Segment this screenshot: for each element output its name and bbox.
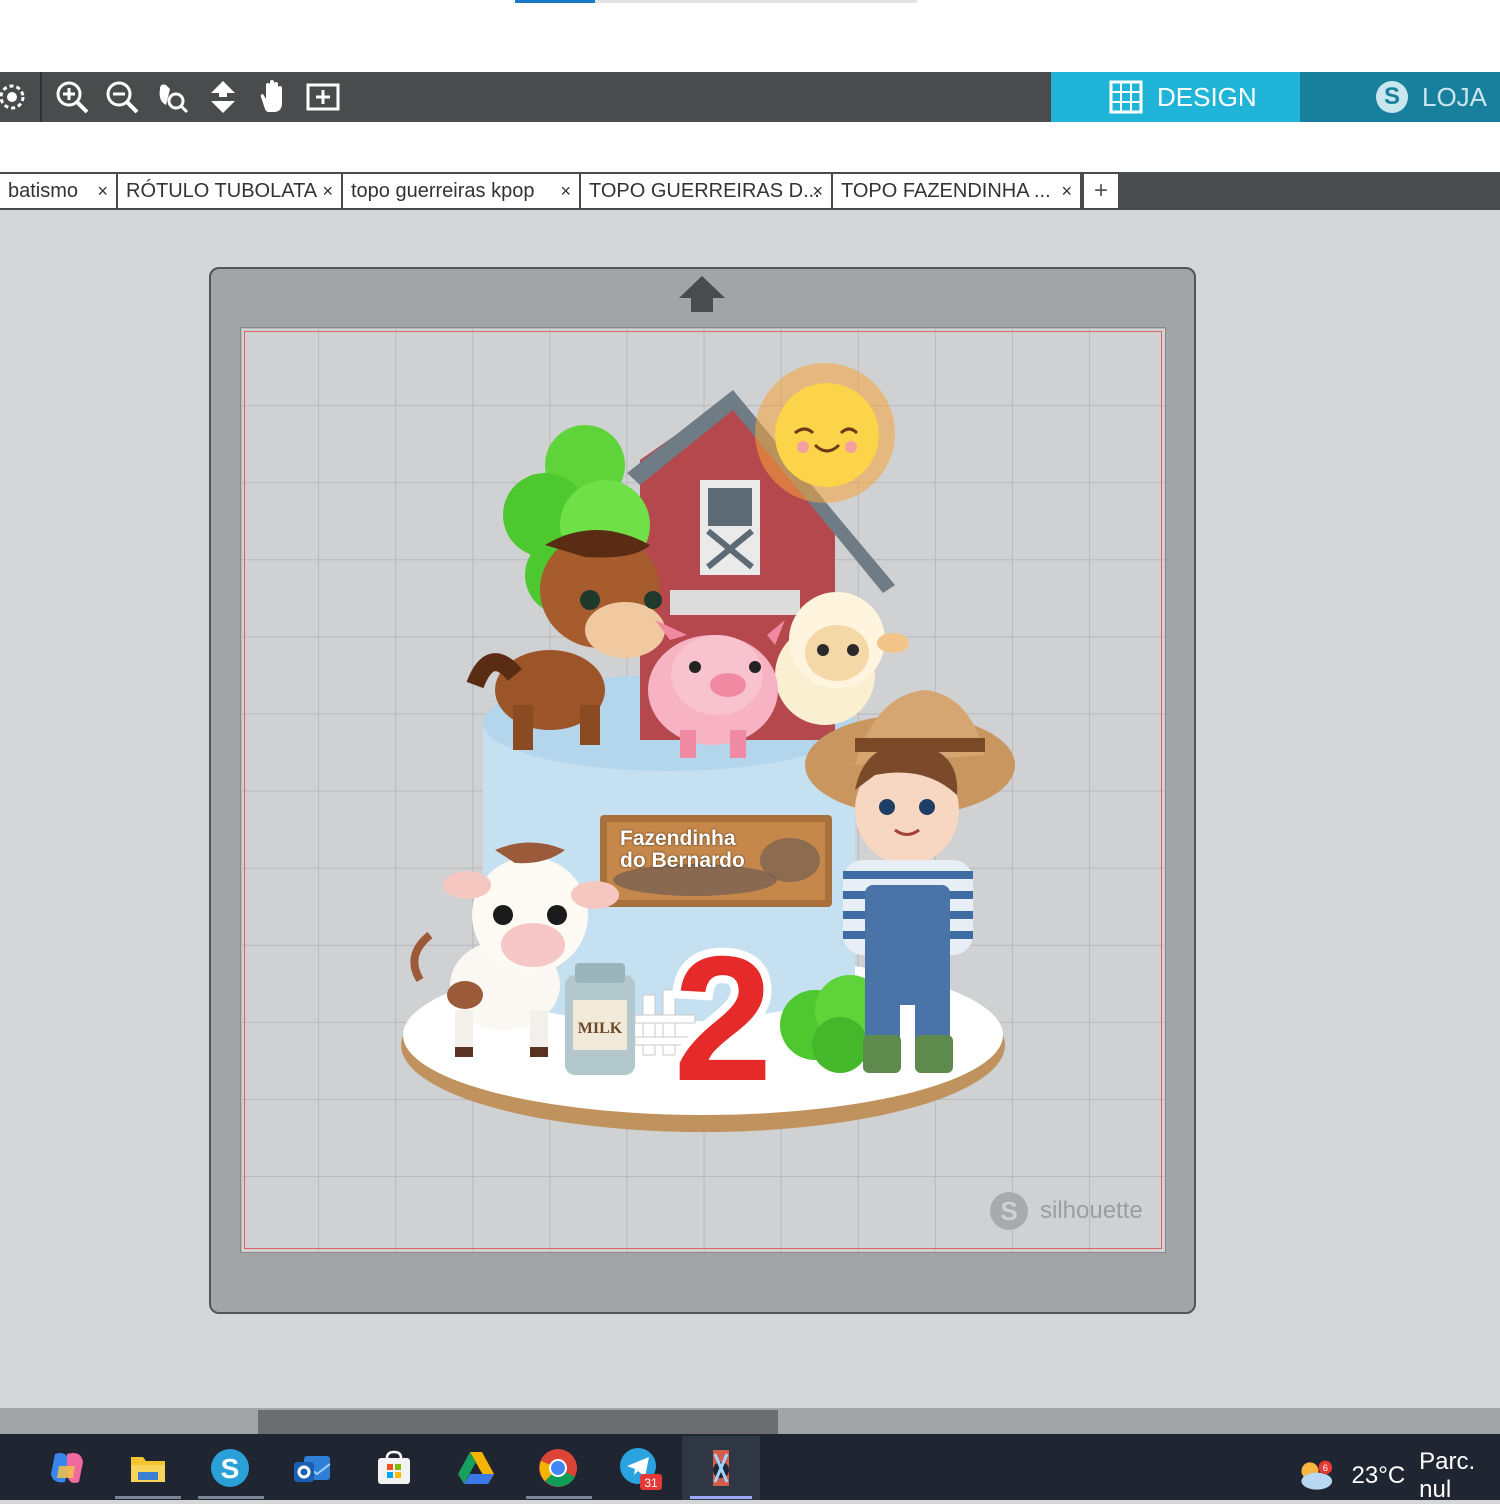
google-drive-icon[interactable]: [454, 1446, 498, 1490]
design-grid-icon: [1109, 80, 1143, 114]
zoom-selection-icon[interactable]: [152, 77, 192, 117]
tab-close-icon[interactable]: ×: [322, 174, 333, 208]
tab-label: topo guerreiras kpop: [351, 180, 535, 202]
watermark-text: silhouette: [1040, 1197, 1143, 1224]
silhouette-logo-icon: S: [990, 1192, 1028, 1230]
zoom-out-icon[interactable]: [102, 77, 142, 117]
tab-close-icon[interactable]: ×: [812, 174, 823, 208]
tab-label: batismo: [8, 180, 79, 202]
tab-batismo[interactable]: batismo ×: [0, 174, 118, 208]
weather-badge: 6: [1323, 1463, 1328, 1473]
tab-label: TOPO GUERREIRAS D...: [589, 180, 820, 202]
feed-direction-arrow-icon: [679, 276, 725, 312]
chrome-icon[interactable]: [536, 1446, 580, 1490]
birthday-number: 2 2: [666, 911, 781, 1126]
file-explorer-icon[interactable]: [126, 1446, 170, 1490]
chrome-running-indicator: [526, 1496, 592, 1499]
weather-icon: 6: [1301, 1460, 1333, 1490]
store-label: LOJA: [1422, 81, 1488, 112]
tab-rotulo-tubolata[interactable]: RÓTULO TUBOLATA ×: [118, 174, 343, 208]
snipping-tool-icon[interactable]: [699, 1446, 743, 1490]
silhouette-studio-icon[interactable]: S: [208, 1446, 252, 1490]
cake-topper-artwork[interactable]: MILK 2 2: [395, 345, 1025, 1145]
tab-label: RÓTULO TUBOLATA: [126, 180, 318, 202]
silhouette-store-icon: S: [1376, 81, 1408, 113]
microsoft-store-icon[interactable]: [372, 1446, 416, 1490]
silhouette-running-indicator: [198, 1496, 264, 1499]
milk-can: MILK: [565, 963, 635, 1075]
fit-to-page-icon[interactable]: [303, 77, 343, 117]
temperature: 23°C: [1351, 1462, 1406, 1489]
sign-text: Fazendinha do Bernardo: [620, 828, 820, 872]
select-icon[interactable]: [0, 77, 32, 117]
snipping-running-indicator: [690, 1496, 752, 1499]
scrollbar-thumb[interactable]: [258, 1410, 778, 1434]
move-down-icon[interactable]: [203, 77, 243, 117]
outlook-icon[interactable]: [290, 1446, 334, 1490]
telegram-badge: 31: [644, 1476, 658, 1490]
title-area: [0, 0, 1500, 72]
loading-track: [595, 0, 917, 3]
tab-label: TOPO FAZENDINHA ...: [841, 180, 1051, 202]
add-tab-button[interactable]: +: [1084, 174, 1118, 208]
weather-widget[interactable]: 6 23°C Parc. nul: [1298, 1448, 1500, 1504]
toolbar-separator: [40, 72, 42, 122]
sign-line-2: do Bernardo: [620, 849, 745, 872]
sun: [755, 363, 895, 503]
document-properties-bar: [0, 122, 1500, 172]
tab-topo-fazendinha[interactable]: TOPO FAZENDINHA ... ×: [833, 174, 1082, 208]
weather-condition: Parc. nul: [1419, 1448, 1476, 1503]
tab-topo-guerreiras-kpop[interactable]: topo guerreiras kpop ×: [343, 174, 581, 208]
design-label: DESIGN: [1157, 81, 1257, 112]
silhouette-watermark: S silhouette: [990, 1192, 1143, 1230]
sign-line-1: Fazendinha: [620, 827, 736, 850]
pan-hand-icon[interactable]: [253, 77, 293, 117]
svg-text:S: S: [221, 1453, 240, 1484]
tab-close-icon[interactable]: ×: [1061, 174, 1072, 208]
tab-close-icon[interactable]: ×: [560, 174, 571, 208]
file-explorer-running-indicator: [115, 1496, 181, 1499]
tab-close-icon[interactable]: ×: [97, 174, 108, 208]
store-tab-button[interactable]: S LOJA: [1300, 72, 1500, 122]
tab-topo-guerreiras-d[interactable]: TOPO GUERREIRAS D... ×: [581, 174, 833, 208]
milk-label: MILK: [578, 1020, 623, 1037]
design-tab-button[interactable]: DESIGN: [1051, 72, 1300, 122]
copilot-icon[interactable]: [45, 1446, 89, 1490]
loading-progress: [515, 0, 595, 3]
zoom-in-icon[interactable]: [52, 77, 92, 117]
number-fill: 2: [674, 919, 773, 1118]
telegram-icon[interactable]: 31: [618, 1446, 662, 1490]
